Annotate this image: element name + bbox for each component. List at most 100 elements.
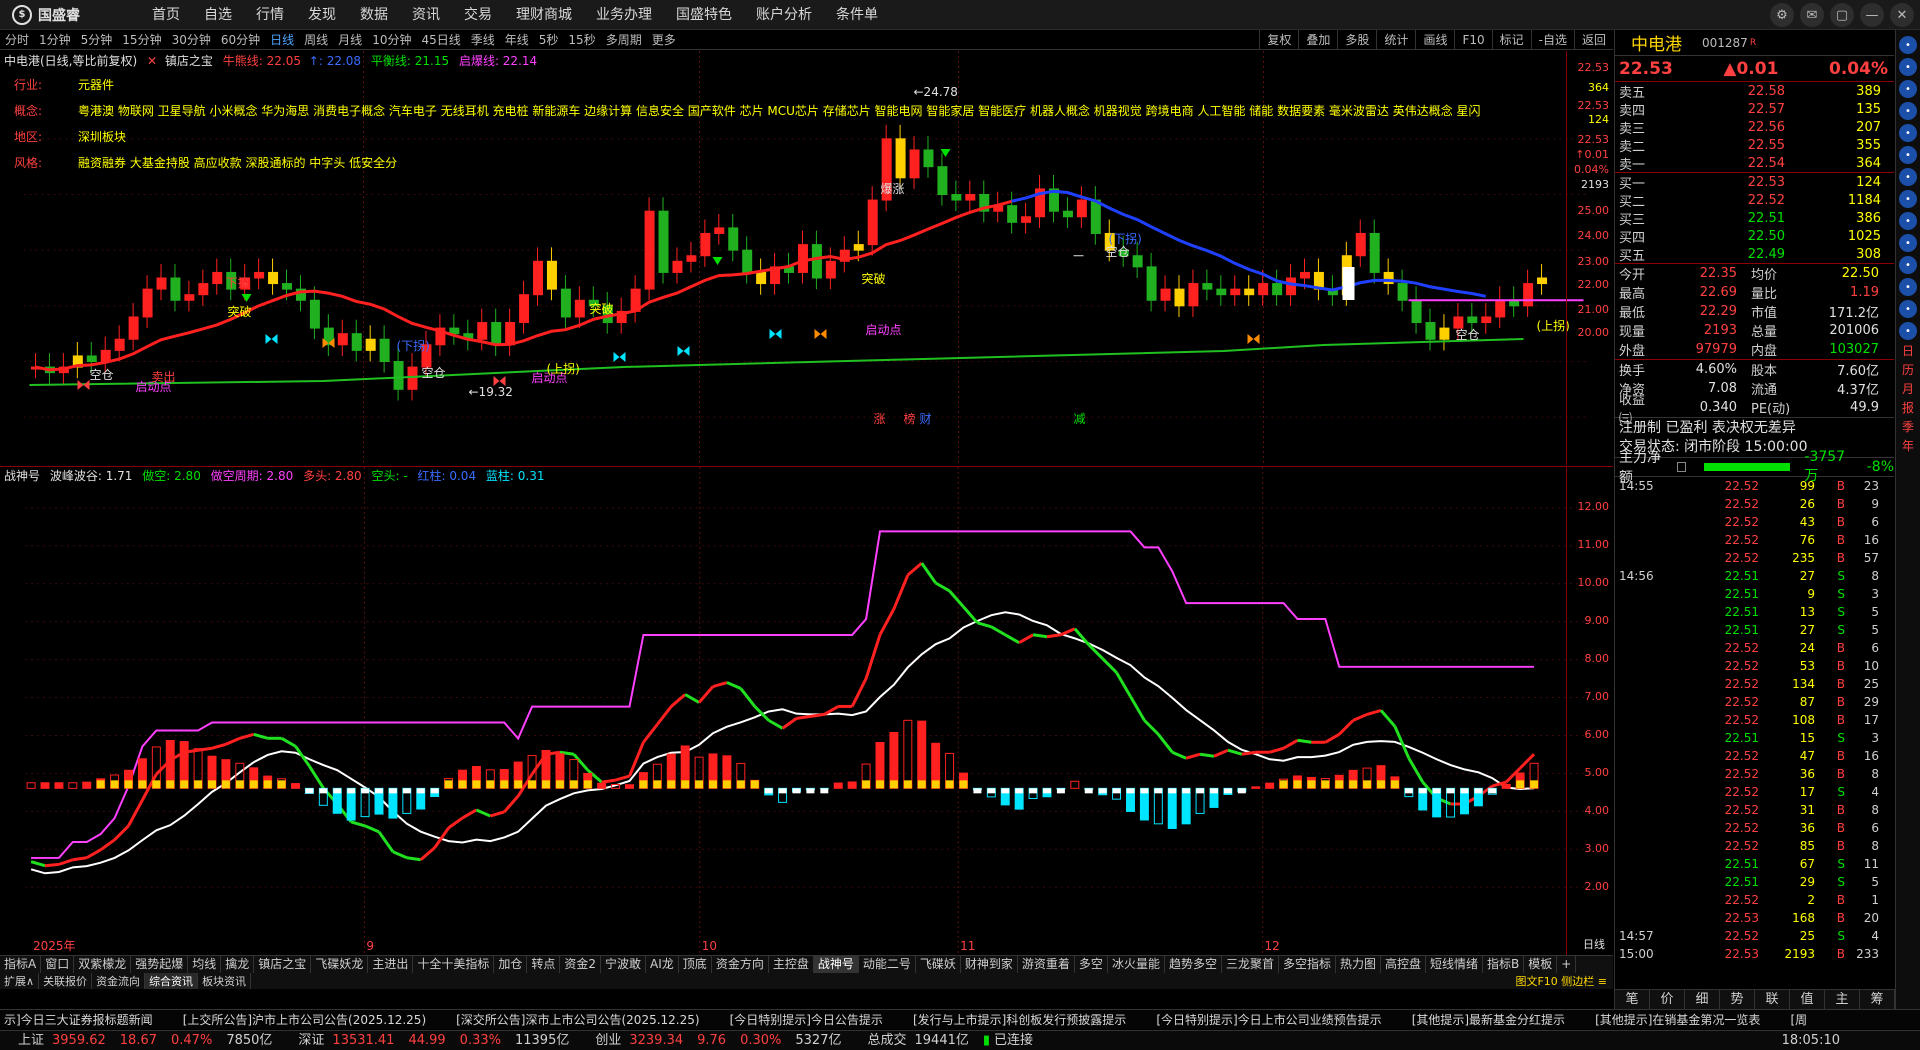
bid-row[interactable]: 买五 22.49 308 [1615, 245, 1894, 264]
ask-row[interactable]: 卖四 22.57 135 [1615, 100, 1894, 119]
indicator-tab-25[interactable]: 趋势多空 [1165, 956, 1222, 973]
ask-row[interactable]: 卖二 22.55 355 [1615, 136, 1894, 155]
concept-value[interactable]: 粤港澳 物联网 卫星导航 小米概念 华为海思 消费电子概念 汽车电子 无线耳机 … [78, 104, 1481, 118]
menu-item-7[interactable]: 理财商城 [504, 0, 584, 30]
candle-body[interactable] [100, 349, 111, 363]
candle-body[interactable] [965, 194, 976, 201]
candle-body[interactable] [1090, 199, 1101, 234]
candle-body[interactable] [198, 283, 209, 296]
candle-body[interactable] [86, 355, 97, 362]
period-9[interactable]: 10分钟 [367, 31, 416, 48]
period-2[interactable]: 5分钟 [76, 31, 118, 48]
news-item[interactable]: [今日特别提示]今日上市公司业绩预告提示 [1156, 1010, 1381, 1029]
ask-row[interactable]: 卖一 22.54 364 [1615, 154, 1894, 173]
period-7[interactable]: 周线 [299, 31, 333, 48]
candle-body[interactable] [156, 277, 167, 290]
layout-icon[interactable]: • [1899, 58, 1917, 76]
period-14[interactable]: 15秒 [563, 31, 600, 48]
grid-icon[interactable]: • [1899, 124, 1917, 142]
period-10[interactable]: 45日线 [416, 31, 465, 48]
candle-body[interactable] [1272, 283, 1283, 296]
indicator-tab-2[interactable]: 双紫檬龙 [74, 956, 132, 973]
candle-body[interactable] [1007, 205, 1018, 223]
info-tab-2[interactable]: 资金流向 [92, 973, 146, 989]
chart-tool-8[interactable]: 返回 [1573, 30, 1613, 50]
candle-body[interactable] [533, 260, 544, 296]
menu-item-0[interactable]: 首页 [140, 0, 192, 30]
indicator-tab-30[interactable]: 短线情绪 [1426, 956, 1484, 973]
info-icon[interactable]: • [1899, 256, 1917, 274]
side-toolbar-text[interactable]: 年 [1902, 439, 1914, 454]
quote-tab-5[interactable]: 值 [1790, 990, 1825, 1009]
indicator-tab-22[interactable]: 游资重着 [1018, 956, 1075, 973]
chart-tool-1[interactable]: 叠加 [1298, 30, 1337, 50]
indicator-tab-11[interactable]: 转点 [527, 956, 561, 973]
indicator-tab-16[interactable]: 资金方向 [712, 956, 769, 973]
list-icon[interactable]: • [1899, 102, 1917, 120]
close-window-icon[interactable]: ✕ [1890, 3, 1914, 27]
user-icon[interactable]: • [1899, 168, 1917, 186]
candle-body[interactable] [212, 271, 223, 285]
candle-body[interactable] [1369, 232, 1380, 273]
up-arrow-icon[interactable]: • [1899, 36, 1917, 54]
candle-body[interactable] [1244, 288, 1255, 296]
candle-body[interactable] [337, 333, 348, 346]
candle-body[interactable] [700, 232, 711, 257]
candle-body[interactable] [1216, 288, 1227, 296]
candle-body[interactable] [644, 210, 655, 290]
indicator-tab-15[interactable]: 顶底 [679, 956, 712, 973]
candle-body[interactable] [1132, 255, 1143, 268]
bid-row[interactable]: 买三 22.51 386 [1615, 209, 1894, 228]
candle-body[interactable] [1495, 299, 1506, 318]
candle-body[interactable] [867, 199, 878, 246]
candle-body[interactable] [1146, 266, 1157, 301]
candle-body[interactable] [1537, 277, 1548, 285]
period-8[interactable]: 月线 [333, 31, 367, 48]
indicator-tab-28[interactable]: 热力图 [1336, 956, 1382, 973]
candle-body[interactable] [574, 299, 585, 318]
news-icon[interactable]: • [1899, 146, 1917, 164]
indicator-tab-10[interactable]: 加仓 [494, 956, 528, 973]
menu-item-1[interactable]: 自选 [192, 0, 244, 30]
indicator-tab-6[interactable]: 镇店之宝 [254, 956, 312, 973]
region-value[interactable]: 深圳板块 [78, 130, 126, 144]
candle-body[interactable] [672, 260, 683, 273]
candle-body[interactable] [546, 260, 557, 290]
candle-body[interactable] [519, 294, 530, 324]
chart-tool-5[interactable]: F10 [1454, 30, 1491, 50]
indicator-tab-21[interactable]: 财神到家 [961, 956, 1018, 973]
info-tab-1[interactable]: 关联报价 [39, 973, 93, 989]
candle-body[interactable] [1230, 288, 1241, 296]
candle-body[interactable] [1174, 288, 1185, 307]
settings-icon[interactable]: ⚙ [1770, 3, 1794, 27]
candle-body[interactable] [1523, 283, 1534, 307]
candle-body[interactable] [1425, 322, 1436, 340]
rss-icon[interactable]: • [1899, 300, 1917, 318]
ask-row[interactable]: 卖三 22.56 207 [1615, 118, 1894, 137]
candle-body[interactable] [407, 366, 418, 390]
candle-body[interactable] [853, 244, 864, 251]
cy-label[interactable]: 创业 [595, 1031, 621, 1050]
candle-body[interactable] [1062, 210, 1073, 218]
period-4[interactable]: 30分钟 [167, 31, 216, 48]
candle-body[interactable] [658, 210, 669, 273]
indicator-tab-13[interactable]: 宁波敢 [601, 956, 647, 973]
candle-body[interactable] [1299, 271, 1310, 279]
industry-value[interactable]: 元器件 [78, 78, 114, 92]
maximize-icon[interactable]: ▢ [1830, 3, 1854, 27]
menu-item-6[interactable]: 交易 [452, 0, 504, 30]
news-item[interactable]: [上交所公告]沪市上市公司公告(2025.12.25) [183, 1010, 426, 1029]
candle-body[interactable] [282, 283, 293, 290]
star-icon[interactable]: • [1899, 234, 1917, 252]
flow-checkbox[interactable] [1676, 462, 1687, 472]
period-0[interactable]: 分时 [0, 31, 34, 48]
candle-body[interactable] [491, 322, 502, 346]
chart-tool-4[interactable]: 画线 [1415, 30, 1454, 50]
menu-item-11[interactable]: 条件单 [824, 0, 890, 30]
candle-body[interactable] [505, 322, 516, 346]
news-item[interactable]: [其他提示]最新基金分红提示 [1412, 1010, 1565, 1029]
quote-tab-7[interactable]: 筹 [1860, 990, 1895, 1009]
indicator-tab-4[interactable]: 均线 [188, 956, 222, 973]
candle-body[interactable] [1286, 277, 1297, 296]
candle-body[interactable] [1188, 283, 1199, 307]
